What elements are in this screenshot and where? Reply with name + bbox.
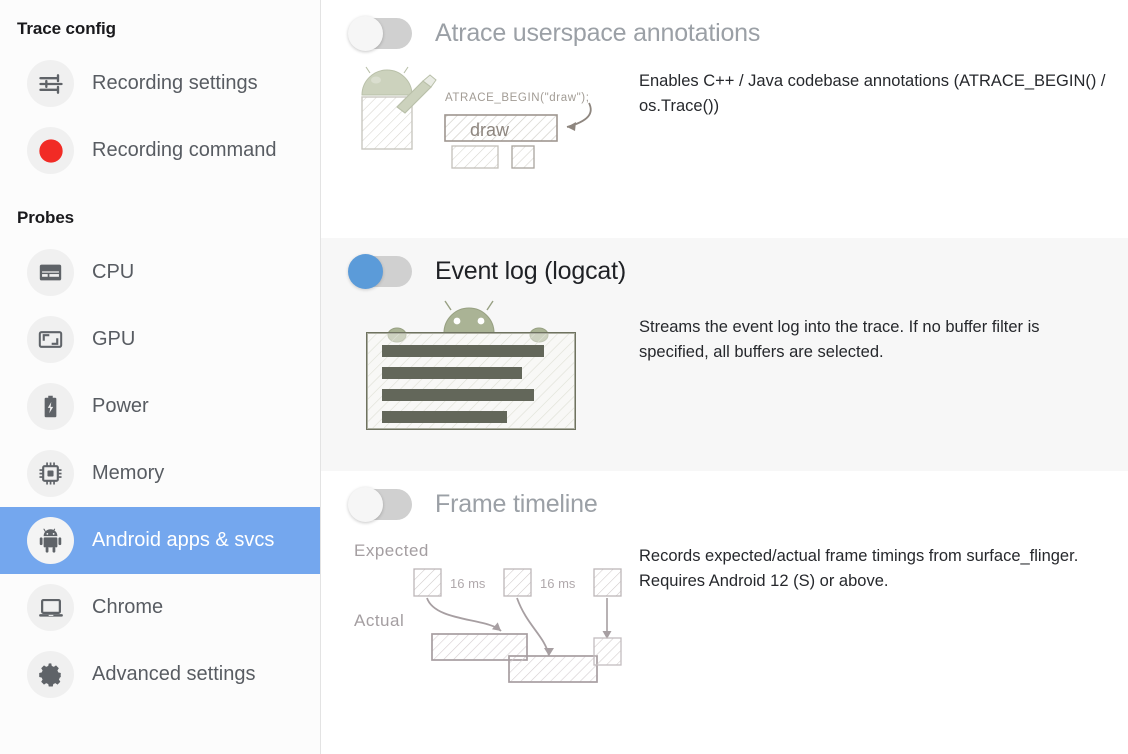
atrace-code-label: ATRACE_BEGIN("draw"); <box>445 92 590 104</box>
probe-body: ATRACE_BEGIN("draw"); draw Enables C++ /… <box>321 55 1128 205</box>
probe-body: Streams the event log into the trace. If… <box>321 293 1128 443</box>
toggle-atrace-userspace-annotations[interactable] <box>348 16 412 51</box>
sidebar-section-title-probes: Probes <box>17 208 75 227</box>
toggle-knob <box>348 254 383 289</box>
atrace-annotation-illustration: ATRACE_BEGIN("draw"); draw <box>349 55 639 205</box>
sidebar-item-label: Memory <box>92 462 165 484</box>
sidebar-item-label: CPU <box>92 261 135 283</box>
probe-body: Expected Actual 16 ms 16 ms Records expe… <box>321 526 1128 683</box>
gear-icon <box>27 651 74 698</box>
sidebar-item-memory[interactable]: Memory <box>0 440 320 507</box>
record-dot-icon <box>27 127 74 174</box>
expected-label: Expected <box>354 541 429 560</box>
sidebar-item-label: Power <box>92 395 149 417</box>
probe-description: Records expected/actual frame timings fr… <box>639 547 1079 590</box>
probe-description: Streams the event log into the trace. If… <box>639 318 1040 361</box>
sidebar-item-android-apps-svcs[interactable]: Android apps & svcs <box>0 507 320 574</box>
frame-timeline-illustration: Expected Actual 16 ms 16 ms <box>349 526 639 683</box>
probe-frame-timeline: Frame timeline Expected Actual 16 ms 16 … <box>321 471 1128 754</box>
sidebar-item-label: Advanced settings <box>92 663 256 685</box>
probe-title: Atrace userspace annotations <box>435 19 761 47</box>
probes-panel: Atrace userspace annotations ATRACE_BEGI… <box>321 0 1128 754</box>
cpu-icon <box>27 249 74 296</box>
sidebar-item-advanced-settings[interactable]: Advanced settings <box>0 641 320 708</box>
sidebar-item-recording-command[interactable]: Recording command <box>0 117 320 184</box>
sliders-icon <box>27 60 74 107</box>
sidebar-item-recording-settings[interactable]: Recording settings <box>0 50 320 117</box>
probe-event-log-logcat: Event log (logcat) Streams the event log… <box>321 238 1128 471</box>
probe-atrace-userspace-annotations: Atrace userspace annotations ATRACE_BEGI… <box>321 0 1128 238</box>
memory-chip-icon <box>27 450 74 497</box>
perfetto-record-page: Trace config Recording settings Recordin… <box>0 0 1128 754</box>
atrace-slice-label: draw <box>470 120 510 140</box>
probe-header: Frame timeline <box>321 487 1128 522</box>
battery-icon <box>27 383 74 430</box>
sidebar-item-label: Recording command <box>92 139 277 161</box>
sidebar-item-gpu[interactable]: GPU <box>0 306 320 373</box>
sidebar-item-label: GPU <box>92 328 136 350</box>
probe-header: Atrace userspace annotations <box>321 16 1128 51</box>
android-icon <box>27 517 74 564</box>
sidebar-item-chrome[interactable]: Chrome <box>0 574 320 641</box>
sidebar-item-label: Recording settings <box>92 72 258 94</box>
logcat-illustration <box>349 293 639 443</box>
sidebar-section-title-trace-config: Trace config <box>17 19 116 38</box>
sidebar-item-power[interactable]: Power <box>0 373 320 440</box>
probe-title: Frame timeline <box>435 490 598 518</box>
toggle-event-log-logcat[interactable] <box>348 254 412 289</box>
toggle-knob <box>348 487 383 522</box>
sidebar: Trace config Recording settings Recordin… <box>0 0 321 754</box>
toggle-frame-timeline[interactable] <box>348 487 412 522</box>
probe-description: Enables C++ / Java codebase annotations … <box>639 72 1106 115</box>
laptop-icon <box>27 584 74 631</box>
toggle-knob <box>348 16 383 51</box>
sidebar-item-cpu[interactable]: CPU <box>0 239 320 306</box>
interval-label-1: 16 ms <box>450 576 486 591</box>
sidebar-item-label: Chrome <box>92 596 164 618</box>
actual-label: Actual <box>354 611 404 630</box>
probe-title: Event log (logcat) <box>435 257 626 285</box>
sidebar-item-label: Android apps & svcs <box>92 529 275 551</box>
interval-label-2: 16 ms <box>540 576 576 591</box>
gpu-icon <box>27 316 74 363</box>
probe-header: Event log (logcat) <box>321 254 1128 289</box>
